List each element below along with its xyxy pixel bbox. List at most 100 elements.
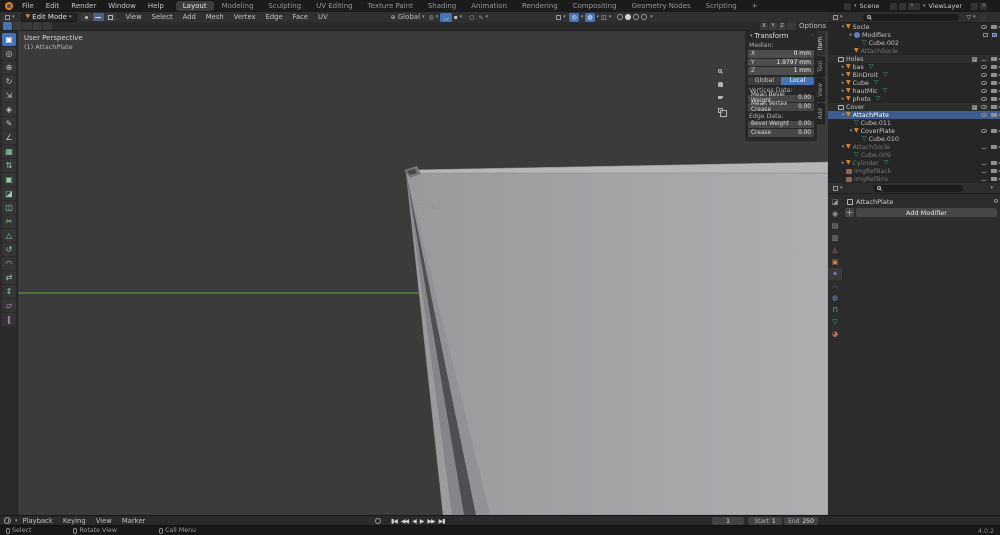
outliner-search-input[interactable] xyxy=(862,13,959,21)
outliner-row-cube.010[interactable]: ▽ Cube.010 xyxy=(828,135,1000,143)
outliner-row-cover[interactable]: Cover ✓ xyxy=(828,103,1000,111)
plus-icon[interactable]: ＋ xyxy=(845,208,854,217)
scene-tab[interactable]: ◬ xyxy=(828,244,842,256)
timeline-menu-keying[interactable]: Keying xyxy=(58,517,91,525)
bevel-tool[interactable]: ◪ xyxy=(2,187,16,200)
outliner-item-label[interactable]: imgRefBris xyxy=(854,176,888,183)
hide-viewport-eye-icon[interactable] xyxy=(981,89,987,93)
outliner-item-label[interactable]: Cover xyxy=(846,104,864,111)
npanel-tab-view[interactable]: View xyxy=(817,78,825,103)
hidden-eye-closed-icon[interactable] xyxy=(981,178,987,181)
workspace-tab-shading[interactable]: Shading xyxy=(421,1,463,11)
hide-viewport-eye-icon[interactable] xyxy=(981,129,987,133)
current-frame-field[interactable]: 1 xyxy=(712,517,744,525)
viewport-menu-face[interactable]: Face xyxy=(288,13,313,21)
particles-tab[interactable]: ∴ xyxy=(828,280,842,292)
outliner-row-cube.009[interactable]: ▽ Cube.009 xyxy=(828,151,1000,159)
local-space-button[interactable]: Local xyxy=(781,76,814,85)
vertex-select-mode-button[interactable] xyxy=(80,13,92,21)
display-toggle-on-icon[interactable] xyxy=(992,33,997,37)
outliner-row-hautmic[interactable]: ▸ ▼ hautMic ▽ xyxy=(828,87,1000,95)
snap-base-icon[interactable] xyxy=(787,22,796,30)
select-mode-invert-button[interactable] xyxy=(33,22,42,30)
menu-window[interactable]: Window xyxy=(102,0,142,12)
constraints-tab[interactable]: ⊓ xyxy=(828,304,842,316)
tool-tab[interactable]: ◪ xyxy=(828,196,842,208)
hidden-eye-closed-icon[interactable] xyxy=(981,170,987,173)
add-cube-tool[interactable]: ▦ xyxy=(2,145,16,158)
hide-viewport-eye-icon[interactable] xyxy=(981,105,987,109)
auto-key-record-button[interactable] xyxy=(375,518,381,524)
bevel-weight-field[interactable]: Bevel Weight 0.00 xyxy=(748,120,814,128)
outliner-row-cube.011[interactable]: ▽ Cube.011 xyxy=(828,119,1000,127)
disable-render-camera-icon[interactable] xyxy=(991,89,1000,93)
npanel-tab-item[interactable]: Item xyxy=(817,32,825,56)
outliner-row-bas[interactable]: ▸ ▼ bas ▽ xyxy=(828,63,1000,71)
mirror-z-toggle[interactable]: Z xyxy=(778,22,786,30)
disable-render-camera-icon[interactable] xyxy=(991,73,1000,77)
outliner-row-imgrefback[interactable]: imgRefBack xyxy=(828,167,1000,175)
timeline-menu-playback[interactable]: Playback xyxy=(18,517,58,525)
workspace-tab-modeling[interactable]: Modeling xyxy=(215,1,261,11)
hide-viewport-eye-icon[interactable] xyxy=(981,113,987,117)
viewport-menu-view[interactable]: View xyxy=(121,13,147,21)
shrink-fatten-tool[interactable]: ⇕ xyxy=(2,285,16,298)
pivot-point-dropdown[interactable]: ◎ ▾ xyxy=(427,13,441,22)
workspace-tab-layout[interactable]: Layout xyxy=(175,1,214,11)
disable-render-camera-icon[interactable] xyxy=(991,161,1000,165)
solid-shading-button[interactable] xyxy=(625,14,632,20)
material-shading-button[interactable] xyxy=(633,14,640,20)
disable-render-camera-icon[interactable] xyxy=(991,177,1000,181)
disable-render-camera-icon[interactable] xyxy=(991,97,1000,101)
workspace-tab-+[interactable]: + xyxy=(745,1,765,11)
outliner-item-label[interactable]: bas xyxy=(853,64,864,71)
timeline-menu-view[interactable]: View xyxy=(91,517,117,525)
hidden-eye-closed-icon[interactable] xyxy=(981,162,987,165)
outliner-item-label[interactable]: Modifiers xyxy=(862,32,891,39)
view-layer-name[interactable]: ViewLayer xyxy=(929,2,963,10)
frame-end-field[interactable]: End 250 xyxy=(784,517,818,525)
render-tab[interactable]: ◉ xyxy=(828,208,842,220)
outliner-row-cube[interactable]: ▸ ▼ Cube ▽ xyxy=(828,79,1000,87)
workspace-tab-scripting[interactable]: Scripting xyxy=(699,1,744,11)
timeline-menu-marker[interactable]: Marker xyxy=(117,517,151,525)
play-button[interactable]: ▶ xyxy=(418,518,426,525)
material-tab[interactable]: ◕ xyxy=(828,328,842,340)
play-reverse-button[interactable]: ◀ xyxy=(410,518,418,525)
select-mode-subtract-button[interactable] xyxy=(23,22,32,30)
select-mode-intersect-button[interactable] xyxy=(43,22,52,30)
new-collection-icon[interactable] xyxy=(978,13,986,21)
blender-logo-icon[interactable] xyxy=(5,2,13,10)
transform-orientation-dropdown[interactable]: ⊕ Global ▾ xyxy=(389,13,427,22)
remove-view-layer-icon[interactable] xyxy=(980,2,988,10)
jump-to-end-button[interactable]: ▶▮ xyxy=(437,518,447,525)
proportional-falloff-dropdown[interactable]: ∿ ▾ xyxy=(476,13,490,22)
outliner-row-attachsocle[interactable]: ▾ ▼ AttachSocle xyxy=(828,143,1000,151)
filter-icon[interactable]: ▽ ▾ xyxy=(965,13,978,22)
knife-tool[interactable]: ✂ xyxy=(2,215,16,228)
breadcrumb-object-name[interactable]: AttachPlate xyxy=(856,198,893,206)
outliner-item-label[interactable]: Cube.010 xyxy=(869,136,899,143)
disable-render-camera-icon[interactable] xyxy=(991,65,1000,69)
xray-toggle[interactable]: ◫ ▾ xyxy=(599,13,613,22)
zoom-icon[interactable] xyxy=(715,66,726,77)
outliner-row-photo[interactable]: ▸ ▼ photo ▽ xyxy=(828,95,1000,103)
viewport-menu-vertex[interactable]: Vertex xyxy=(229,13,261,21)
median-y-field[interactable]: Y 1.9797 mm xyxy=(748,58,814,66)
outliner-row-imgrefbris[interactable]: imgRefBris xyxy=(828,175,1000,183)
workspace-tab-rendering[interactable]: Rendering xyxy=(515,1,565,11)
wireframe-shading-button[interactable] xyxy=(617,14,624,20)
viewport-menu-mesh[interactable]: Mesh xyxy=(201,13,229,21)
frame-start-field[interactable]: Start 1 xyxy=(748,517,782,525)
rip-region-tool[interactable]: ∥ xyxy=(2,313,16,326)
properties-editor-dropdown[interactable]: ▾ xyxy=(831,184,845,193)
outliner-item-label[interactable]: Cube.011 xyxy=(861,120,891,127)
outliner-item-label[interactable]: Cube.009 xyxy=(861,152,891,159)
collection-checkbox[interactable]: ✓ xyxy=(972,104,977,110)
outliner-row-bindroit[interactable]: ▸ ▼ BinDroit ▽ xyxy=(828,71,1000,79)
spin-tool[interactable]: ↺ xyxy=(2,243,16,256)
crease-field[interactable]: Crease 0.00 xyxy=(748,129,814,137)
outliner-row-modifiers[interactable]: ▸ Modifiers xyxy=(828,31,1000,39)
add-modifier-button[interactable]: Add Modifier xyxy=(856,208,997,217)
outliner-item-label[interactable]: BinDroit xyxy=(853,72,878,79)
